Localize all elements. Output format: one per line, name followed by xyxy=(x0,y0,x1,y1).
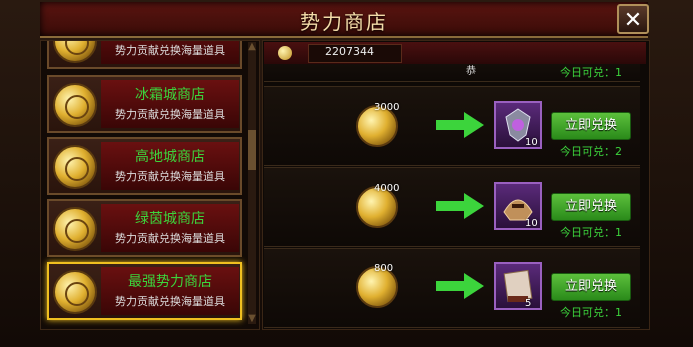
sidebar-item-strongest-faction[interactable]: 最强势力商店 势力贡献兑换海量道具 xyxy=(47,262,242,320)
sidebar-item-desc: 势力贡献兑换海量道具 xyxy=(115,170,225,183)
sidebar-item-label: 冰霜城商店 xyxy=(135,87,205,103)
coin-icon xyxy=(53,270,97,314)
sidebar-item-panel: 最强势力商店 势力贡献兑换海量道具 xyxy=(101,267,239,315)
exchange-button[interactable]: 立即兑换 xyxy=(551,193,631,221)
arrow-right-icon xyxy=(436,273,484,299)
sidebar-item-desc: 势力贡献兑换海量道具 xyxy=(115,232,225,245)
sidebar-item-label: 绿茵城商店 xyxy=(135,211,205,227)
today-limit: 今日可兑：2 xyxy=(560,145,622,158)
coin-icon xyxy=(53,207,97,251)
sidebar-item-label: 最强势力商店 xyxy=(128,274,212,290)
scroll-up-icon[interactable]: ▲ xyxy=(246,42,258,52)
sidebar-item-greenland-city[interactable]: 绿茵城商店 势力贡献兑换海量道具 xyxy=(47,199,242,257)
sidebar-item-desc: 势力贡献兑换海量道具 xyxy=(115,44,225,57)
scroll-icon xyxy=(503,269,533,303)
cost-value: 3000 xyxy=(374,102,400,113)
today-limit: 今日可兑：1 xyxy=(560,66,622,79)
balance-value: 2207344 xyxy=(325,45,374,58)
header-bar: 势力商店 xyxy=(40,2,648,38)
sidebar-scrollbar[interactable] xyxy=(248,42,256,324)
item-count: 10 xyxy=(525,137,538,148)
sidebar-item-panel: 冰霜城商店 势力贡献兑换海量道具 xyxy=(101,80,239,128)
cost-value: 800 xyxy=(374,263,394,274)
close-icon: ✕ xyxy=(623,8,643,33)
today-limit: 今日可兑：1 xyxy=(560,306,622,319)
arrow-right-icon xyxy=(436,112,484,138)
sidebar-item-panel: 高地城商店 势力贡献兑换海量道具 xyxy=(101,142,239,190)
coin-icon xyxy=(53,83,97,127)
exchange-button[interactable]: 立即兑换 xyxy=(551,112,631,140)
sidebar-item-panel: 绿茵城商店 势力贡献兑换海量道具 xyxy=(101,204,239,252)
sidebar-item-shop-0[interactable]: 势力贡献兑换海量道具 xyxy=(47,41,242,69)
sidebar-item-panel: 势力贡献兑换海量道具 xyxy=(101,41,239,64)
item-slot[interactable] xyxy=(494,262,542,310)
sidebar-scroll-thumb[interactable] xyxy=(248,130,256,170)
item-count: 10 xyxy=(525,218,538,229)
ticker-text: 恭 xyxy=(466,66,476,77)
item-count: 5 xyxy=(525,298,532,309)
page-title: 势力商店 xyxy=(300,10,388,34)
cost-value: 4000 xyxy=(374,183,400,194)
coin-icon xyxy=(53,41,97,63)
today-limit: 今日可兑：1 xyxy=(560,226,622,239)
coin-icon xyxy=(53,145,97,189)
scroll-down-icon[interactable]: ▼ xyxy=(246,314,258,324)
coin-icon xyxy=(278,46,292,60)
sidebar-item-label: 高地城商店 xyxy=(135,149,205,165)
sidebar-item-highland-city[interactable]: 高地城商店 势力贡献兑换海量道具 xyxy=(47,137,242,195)
sidebar-item-frost-city[interactable]: 冰霜城商店 势力贡献兑换海量道具 xyxy=(47,75,242,133)
sidebar-item-desc: 势力贡献兑换海量道具 xyxy=(115,295,225,308)
exchange-button[interactable]: 立即兑换 xyxy=(551,273,631,301)
close-button[interactable]: ✕ xyxy=(617,4,649,34)
shop-list-sidebar: 势力贡献兑换海量道具 冰霜城商店 势力贡献兑换海量道具 高地城商店 势力贡献兑换… xyxy=(40,40,260,330)
arrow-right-icon xyxy=(436,193,484,219)
sidebar-item-desc: 势力贡献兑换海量道具 xyxy=(115,108,225,121)
